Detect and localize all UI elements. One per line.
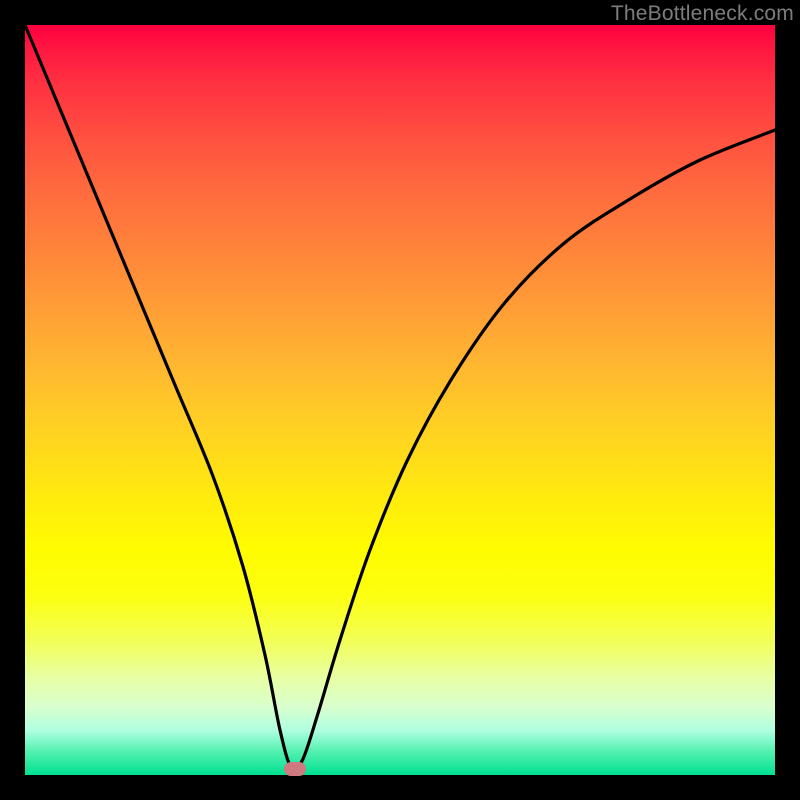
watermark-label: TheBottleneck.com	[611, 2, 794, 26]
bottleneck-curve	[25, 25, 775, 775]
chart-frame: TheBottleneck.com	[0, 0, 800, 800]
optimal-point-marker	[284, 762, 306, 776]
plot-area	[25, 25, 775, 775]
